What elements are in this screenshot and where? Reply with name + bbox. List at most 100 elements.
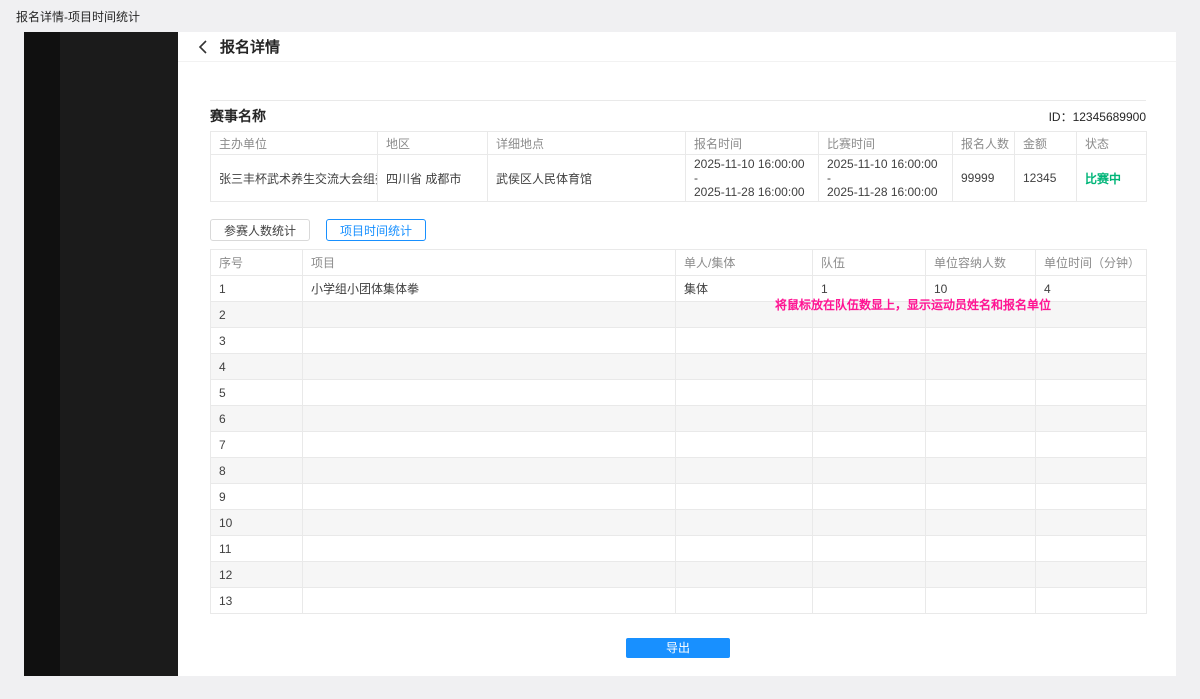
cell-teams — [813, 354, 926, 380]
tab-project-time-stats[interactable]: 项目时间统计 — [326, 219, 426, 241]
cell-match-time: 2025-11-10 16:00:00 - 2025-11-28 16:00:0… — [819, 155, 953, 202]
cell-no: 10 — [211, 510, 303, 536]
cell-minutes — [1036, 510, 1147, 536]
cell-capacity — [926, 536, 1036, 562]
col-match-time: 比赛时间 — [819, 132, 953, 155]
event-info-table: 主办单位 地区 详细地点 报名时间 比赛时间 报名人数 金额 状态 张三丰杯武术… — [210, 131, 1147, 202]
cell-minutes — [1036, 354, 1147, 380]
cell-no: 1 — [211, 276, 303, 302]
col-teams: 队伍 — [813, 250, 926, 276]
stats-tabs: 参赛人数统计 项目时间统计 — [210, 219, 1146, 241]
event-id: ID：12345689900 — [1049, 108, 1146, 125]
cell-minutes — [1036, 588, 1147, 614]
cell-project — [303, 354, 676, 380]
cell-type — [676, 536, 813, 562]
main-content: 报名详情 赛事名称 ID：12345689900 主办单位 地区 详 — [178, 32, 1176, 676]
table-row: 9 — [211, 484, 1147, 510]
cell-teams — [813, 536, 926, 562]
cell-teams — [813, 484, 926, 510]
table-row: 8 — [211, 458, 1147, 484]
cell-teams — [813, 510, 926, 536]
cell-teams — [813, 380, 926, 406]
cell-no: 13 — [211, 588, 303, 614]
col-amount: 金额 — [1015, 132, 1077, 155]
cell-teams — [813, 302, 926, 328]
cell-project — [303, 380, 676, 406]
table-row: 10 — [211, 510, 1147, 536]
app-frame: 报名详情 赛事名称 ID：12345689900 主办单位 地区 详 — [24, 32, 1176, 676]
cell-type — [676, 458, 813, 484]
cell-type — [676, 354, 813, 380]
col-region: 地区 — [378, 132, 488, 155]
cell-capacity — [926, 588, 1036, 614]
cell-teams — [813, 328, 926, 354]
cell-teams — [813, 458, 926, 484]
cell-type — [676, 406, 813, 432]
cell-project: 小学组小团体集体拳 — [303, 276, 676, 302]
cell-signup-count: 99999 — [953, 155, 1015, 202]
table-row: 12 — [211, 562, 1147, 588]
cell-minutes — [1036, 406, 1147, 432]
cell-capacity — [926, 432, 1036, 458]
cell-project — [303, 406, 676, 432]
cell-type — [676, 484, 813, 510]
table-row: 3 — [211, 328, 1147, 354]
cell-capacity — [926, 328, 1036, 354]
cell-type — [676, 562, 813, 588]
cell-minutes — [1036, 380, 1147, 406]
table-row: 5 — [211, 380, 1147, 406]
col-venue: 详细地点 — [488, 132, 686, 155]
cell-project — [303, 536, 676, 562]
back-button[interactable] — [195, 39, 211, 55]
cell-region: 四川省 成都市 — [378, 155, 488, 202]
col-minutes: 单位时间（分钟） — [1036, 250, 1147, 276]
cell-status: 比赛中 — [1077, 155, 1147, 202]
cell-capacity: 10 — [926, 276, 1036, 302]
table-row: 1 小学组小团体集体拳 集体 1 10 4 — [211, 276, 1147, 302]
event-id-label: ID： — [1049, 110, 1073, 124]
col-capacity: 单位容纳人数 — [926, 250, 1036, 276]
cell-project — [303, 562, 676, 588]
cell-capacity — [926, 458, 1036, 484]
cell-minutes — [1036, 302, 1147, 328]
cell-project — [303, 484, 676, 510]
cell-teams — [813, 406, 926, 432]
event-id-value: 12345689900 — [1073, 110, 1146, 124]
event-table-row: 张三丰杯武术养生交流大会组委会 四川省 成都市 武侯区人民体育馆 2025-11… — [211, 155, 1147, 202]
cell-type: 集体 — [676, 276, 813, 302]
cell-teams[interactable]: 1 — [813, 276, 926, 302]
cell-teams — [813, 432, 926, 458]
cell-capacity — [926, 484, 1036, 510]
project-time-table: 序号 项目 单人/集体 队伍 单位容纳人数 单位时间（分钟） 1 小学组小团体集… — [210, 249, 1147, 614]
cell-project — [303, 510, 676, 536]
cell-type — [676, 302, 813, 328]
status-badge: 比赛中 — [1085, 172, 1121, 186]
col-project: 项目 — [303, 250, 676, 276]
table-row: 2 — [211, 302, 1147, 328]
tab-participant-count-stats[interactable]: 参赛人数统计 — [210, 219, 310, 241]
event-table-header-row: 主办单位 地区 详细地点 报名时间 比赛时间 报名人数 金额 状态 — [211, 132, 1147, 155]
event-card-head: 赛事名称 ID：12345689900 — [210, 100, 1146, 131]
cell-minutes — [1036, 328, 1147, 354]
col-signup-time: 报名时间 — [686, 132, 819, 155]
cell-no: 5 — [211, 380, 303, 406]
cell-no: 6 — [211, 406, 303, 432]
project-table-header-row: 序号 项目 单人/集体 队伍 单位容纳人数 单位时间（分钟） — [211, 250, 1147, 276]
cell-no: 4 — [211, 354, 303, 380]
cell-type — [676, 432, 813, 458]
cell-capacity — [926, 354, 1036, 380]
event-card: 赛事名称 ID：12345689900 主办单位 地区 详细地点 报名时间 — [210, 100, 1146, 658]
cell-teams — [813, 588, 926, 614]
table-row: 11 — [211, 536, 1147, 562]
cell-organizer: 张三丰杯武术养生交流大会组委会 — [211, 155, 378, 202]
cell-project — [303, 302, 676, 328]
cell-type — [676, 588, 813, 614]
export-row: 导出 — [210, 638, 1146, 658]
cell-venue: 武侯区人民体育馆 — [488, 155, 686, 202]
export-button[interactable]: 导出 — [626, 638, 730, 658]
sidebar — [24, 32, 178, 676]
cell-minutes: 4 — [1036, 276, 1147, 302]
cell-no: 12 — [211, 562, 303, 588]
col-no: 序号 — [211, 250, 303, 276]
table-row: 7 — [211, 432, 1147, 458]
